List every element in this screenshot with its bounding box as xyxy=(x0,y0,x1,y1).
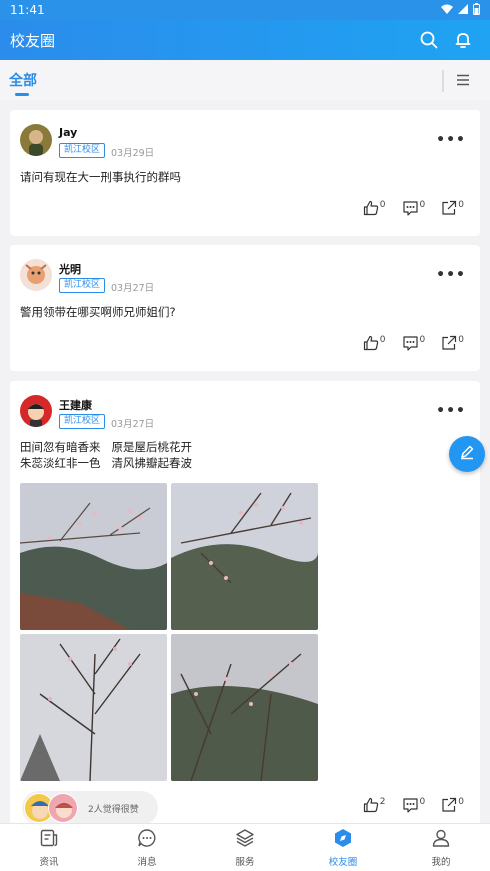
comment-icon xyxy=(402,200,419,219)
post-photo[interactable] xyxy=(171,483,318,630)
post-photo[interactable] xyxy=(20,634,167,781)
likes-summary[interactable]: 2人觉得很赞 xyxy=(22,791,158,825)
post-text: 请问有现在大一刑事执行的群吗 xyxy=(20,170,181,184)
nav-label: 服务 xyxy=(235,856,255,868)
campus-badge: 凯江校区 xyxy=(59,278,106,293)
more-options-icon[interactable]: ••• xyxy=(436,267,466,283)
status-bar: 11:41 xyxy=(0,0,490,20)
wifi-icon xyxy=(441,4,453,17)
comment-count: 0 xyxy=(419,797,426,807)
tab-indicator xyxy=(15,93,29,96)
share-button[interactable]: 0 xyxy=(441,200,464,219)
tab-all[interactable]: 全部 xyxy=(9,70,37,90)
bell-icon[interactable] xyxy=(446,23,480,57)
nav-label: 资讯 xyxy=(39,856,59,868)
post-date: 03月29日 xyxy=(111,148,155,159)
search-icon[interactable] xyxy=(412,23,446,57)
edit-icon xyxy=(459,444,475,464)
post-photo[interactable] xyxy=(20,483,167,630)
comment-button[interactable]: 0 xyxy=(402,797,426,816)
signal-icon xyxy=(458,3,468,17)
like-count: 0 xyxy=(379,335,386,345)
comment-button[interactable]: 0 xyxy=(402,200,426,219)
bottom-navigation: 资讯 消息 服务 校友圈 我的 xyxy=(0,823,490,871)
menu-icon[interactable] xyxy=(453,70,473,90)
post-photo[interactable] xyxy=(171,634,318,781)
post-card[interactable]: 光明 凯江校区 03月27日 ••• 警用领带在哪买啊师兄师姐们? 0 0 0 xyxy=(10,245,480,371)
nav-label: 我的 xyxy=(431,856,451,868)
thumbs-up-icon xyxy=(363,335,379,354)
like-button[interactable]: 2 xyxy=(363,797,386,816)
comment-icon xyxy=(402,797,419,816)
avatar[interactable] xyxy=(20,124,52,156)
comment-button[interactable]: 0 xyxy=(402,335,426,354)
likes-summary-text: 2人觉得很赞 xyxy=(88,804,139,815)
nav-label: 校友圈 xyxy=(328,856,358,868)
news-icon xyxy=(39,828,59,851)
status-time: 11:41 xyxy=(10,3,45,17)
nav-profile[interactable]: 我的 xyxy=(392,824,490,871)
post-text-line: 田间忽有暗香来 原是屋后桃花开 xyxy=(20,440,192,454)
post-text-line: 朱蕊淡红非一色 清风拂瓣起春波 xyxy=(20,456,192,470)
avatar[interactable] xyxy=(20,395,52,427)
nav-label: 消息 xyxy=(137,856,157,868)
like-button[interactable]: 0 xyxy=(363,200,386,219)
share-count: 0 xyxy=(458,200,464,210)
comment-count: 0 xyxy=(419,335,426,345)
like-count: 2 xyxy=(379,797,386,807)
author-name[interactable]: 光明 xyxy=(59,261,81,277)
app-header: 校友圈 xyxy=(0,20,490,60)
like-count: 0 xyxy=(379,200,386,210)
compass-icon xyxy=(333,828,353,851)
share-icon xyxy=(441,200,457,219)
post-card[interactable]: Jay 凯江校区 03月29日 ••• 请问有现在大一刑事执行的群吗 0 0 0 xyxy=(10,110,480,236)
nav-messages[interactable]: 消息 xyxy=(98,824,196,871)
category-tabs: 全部 xyxy=(0,60,490,100)
comment-icon xyxy=(402,335,419,354)
share-icon xyxy=(441,335,457,354)
author-name[interactable]: Jay xyxy=(59,126,77,139)
tab-divider xyxy=(442,70,444,92)
comment-count: 0 xyxy=(419,200,426,210)
nav-news[interactable]: 资讯 xyxy=(0,824,98,871)
message-icon xyxy=(137,828,157,851)
post-date: 03月27日 xyxy=(111,419,155,430)
compose-button[interactable] xyxy=(449,436,485,472)
campus-badge: 凯江校区 xyxy=(59,143,106,158)
battery-icon xyxy=(473,2,480,18)
post-text: 警用领带在哪买啊师兄师姐们? xyxy=(20,305,176,319)
post-card[interactable]: 王建康 凯江校区 03月27日 ••• 田间忽有暗香来 原是屋后桃花开 朱蕊淡红… xyxy=(10,381,480,826)
share-button[interactable]: 0 xyxy=(441,797,464,816)
share-count: 0 xyxy=(458,797,464,807)
nav-alumni-circle[interactable]: 校友圈 xyxy=(294,824,392,871)
nav-services[interactable]: 服务 xyxy=(196,824,294,871)
share-icon xyxy=(441,797,457,816)
author-name[interactable]: 王建康 xyxy=(59,397,92,413)
share-button[interactable]: 0 xyxy=(441,335,464,354)
more-options-icon[interactable]: ••• xyxy=(436,132,466,148)
post-date: 03月27日 xyxy=(111,283,155,294)
avatar[interactable] xyxy=(20,259,52,291)
user-icon xyxy=(431,828,451,851)
liker-avatar xyxy=(48,793,78,823)
thumbs-up-icon xyxy=(363,797,379,816)
layers-icon xyxy=(235,828,255,851)
thumbs-up-icon xyxy=(363,200,379,219)
more-options-icon[interactable]: ••• xyxy=(436,403,466,419)
page-title: 校友圈 xyxy=(10,31,56,50)
like-button[interactable]: 0 xyxy=(363,335,386,354)
campus-badge: 凯江校区 xyxy=(59,414,106,429)
share-count: 0 xyxy=(458,335,464,345)
